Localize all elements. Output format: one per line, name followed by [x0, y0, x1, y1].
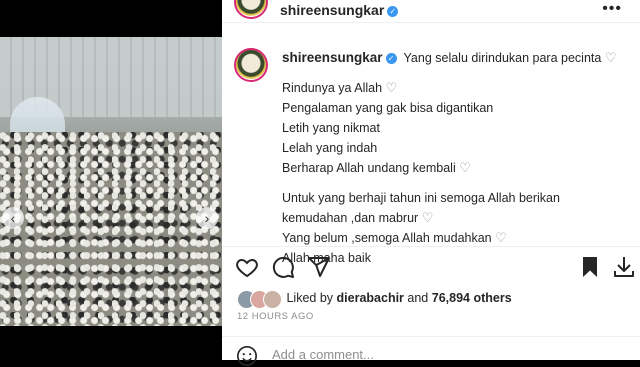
heart-small-icon: ♡ [495, 230, 507, 245]
post-panel: shireensungkar ✓ ••• shireensungkar ✓ Yang… [222, 0, 640, 366]
caption-username[interactable]: shireensungkar [282, 50, 383, 65]
header-username[interactable]: shireensungkar ✓ [280, 2, 399, 18]
likes-row: Liked by dierabachir and 76,894 others [237, 290, 512, 309]
comment-bar: Add a comment... [222, 336, 640, 366]
share-icon[interactable] [307, 255, 331, 279]
media-column: ‹ › [0, 0, 222, 360]
post-timestamp[interactable]: 12 HOURS AGO [237, 311, 314, 322]
header-username-text[interactable]: shireensungkar [280, 2, 384, 18]
action-bar [222, 246, 640, 287]
caption-line-1: Rindunya ya Allah [282, 81, 383, 95]
liked-by-and: and [407, 290, 429, 305]
post-photo[interactable]: ‹ › [0, 37, 222, 326]
photo-crowd [0, 132, 222, 326]
heart-small-icon: ♡ [604, 50, 617, 65]
caption-line-4: Lelah yang indah [282, 141, 378, 155]
caption-line-2: Pengalaman yang gak bisa digantikan [282, 101, 494, 115]
emoji-icon[interactable] [236, 345, 258, 367]
caption-line-6: Untuk yang berhaji tahun ini semoga Alla… [282, 191, 560, 205]
carousel-prev-icon[interactable]: ‹ [2, 207, 24, 229]
liked-by-user[interactable]: dierabachir [337, 291, 404, 305]
caption: shireensungkar ✓ Yang selalu dirindukan p… [282, 48, 632, 268]
liked-by-prefix: Liked by [286, 290, 334, 305]
heart-small-icon: ♡ [459, 160, 471, 175]
comment-icon[interactable] [271, 255, 295, 279]
caption-line-0: Yang selalu dirindukan para pecinta [403, 51, 602, 65]
liker-avatar [263, 290, 282, 309]
bookmark-icon[interactable] [578, 255, 602, 279]
more-icon[interactable]: ••• [602, 0, 622, 18]
heart-small-icon: ♡ [385, 80, 398, 95]
caption-line-8: Yang belum ,semoga Allah mudahkan [282, 231, 492, 245]
post-header: shireensungkar ✓ ••• [222, 0, 640, 23]
verified-icon: ✓ [385, 53, 397, 65]
download-icon[interactable] [612, 255, 636, 279]
caption-line-7: kemudahan ,dan mabrur [282, 211, 419, 225]
caption-line-5: Berharap Allah undang kembali [282, 161, 456, 175]
carousel-next-icon[interactable]: › [196, 207, 218, 229]
heart-icon[interactable] [235, 255, 259, 279]
heart-small-icon: ♡ [421, 210, 434, 225]
caption-line-3: Letih yang nikmat [282, 121, 380, 135]
caption-avatar[interactable] [234, 48, 268, 82]
avatar[interactable] [234, 0, 268, 19]
verified-icon: ✓ [387, 5, 399, 17]
others-count[interactable]: 76,894 others [432, 291, 512, 305]
liker-avatars[interactable] [237, 290, 283, 309]
